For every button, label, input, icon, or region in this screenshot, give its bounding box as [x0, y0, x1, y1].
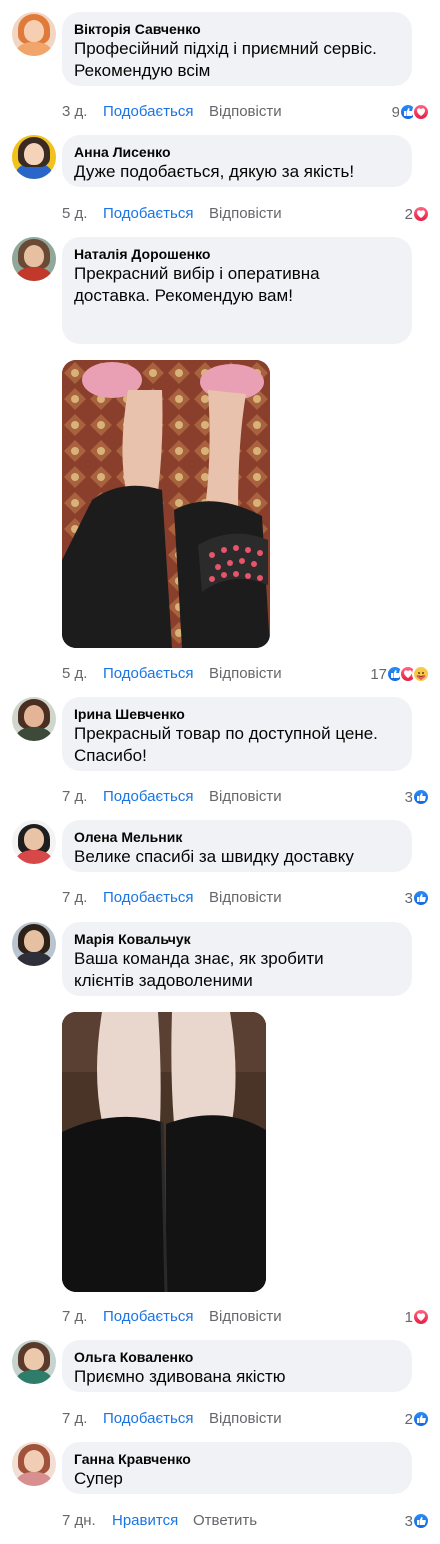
- avatar[interactable]: [12, 1442, 56, 1486]
- like-button[interactable]: Подобається: [103, 888, 193, 908]
- comment-photo[interactable]: [62, 360, 270, 648]
- comment-bubble: Анна Лисенко Дуже подобається, дякую за …: [62, 135, 412, 187]
- reactions-summary[interactable]: 3: [405, 1511, 430, 1531]
- love-icon: [412, 205, 430, 223]
- comment-bubble: Марія Ковальчук Ваша команда знає, як зр…: [62, 922, 412, 996]
- comment-bubble: Ганна Кравченко Супер: [62, 1442, 412, 1494]
- comment-author[interactable]: Ірина Шевченко: [74, 705, 400, 723]
- like-icon: [412, 889, 430, 907]
- comment-time[interactable]: 5 д.: [62, 204, 87, 224]
- comment-text: Прекрасный товар по доступной цене. Спас…: [74, 724, 378, 765]
- comment-time[interactable]: 5 д.: [62, 664, 87, 684]
- avatar[interactable]: [12, 922, 56, 966]
- comment-author[interactable]: Анна Лисенко: [74, 143, 400, 161]
- like-button[interactable]: Подобається: [103, 102, 193, 122]
- comment-photo[interactable]: [62, 1012, 266, 1292]
- reactions-summary[interactable]: 1: [405, 1307, 430, 1327]
- like-icon: [412, 1410, 430, 1428]
- comment-author[interactable]: Ганна Кравченко: [74, 1450, 400, 1468]
- like-icon: [412, 1512, 430, 1530]
- reply-button[interactable]: Відповісти: [209, 1307, 282, 1327]
- comment-text: Дуже подобається, дякую за якість!: [74, 162, 355, 181]
- like-button[interactable]: Подобається: [103, 664, 193, 684]
- care-icon: [412, 665, 430, 683]
- like-button[interactable]: Подобається: [103, 204, 193, 224]
- reactions-summary[interactable]: 2: [405, 1409, 430, 1429]
- love-icon: [412, 103, 430, 121]
- reply-button[interactable]: Ответить: [193, 1511, 257, 1531]
- comment-author[interactable]: Наталія Дорошенко: [74, 245, 400, 263]
- comment-time[interactable]: 7 д.: [62, 1307, 87, 1327]
- comment-author[interactable]: Вікторія Савченко: [74, 20, 400, 38]
- avatar[interactable]: [12, 697, 56, 741]
- comment-text: Професійний підхід і приємний сервіс. Ре…: [74, 39, 377, 80]
- comment-bubble: Наталія Дорошенко Прекрасний вибір і опе…: [62, 237, 412, 344]
- avatar[interactable]: [12, 820, 56, 864]
- comment-text: Прекрасний вибір і оперативна доставка. …: [74, 264, 320, 305]
- reply-button[interactable]: Відповісти: [209, 664, 282, 684]
- comment-bubble: Ольга Коваленко Приємно здивована якістю: [62, 1340, 412, 1392]
- love-icon: [412, 1308, 430, 1326]
- reactions-summary[interactable]: 2: [405, 204, 430, 224]
- reactions-summary[interactable]: 3: [405, 888, 430, 908]
- comment-bubble: Олена Мельник Велике спасибі за швидку д…: [62, 820, 412, 872]
- reactions-summary[interactable]: 17: [370, 664, 430, 684]
- comment-bubble: Ірина Шевченко Прекрасный товар по досту…: [62, 697, 412, 771]
- comment-text: Велике спасибі за швидку доставку: [74, 847, 354, 866]
- comment-time[interactable]: 3 д.: [62, 102, 87, 122]
- reaction-count: 17: [370, 665, 387, 683]
- comment-text: Супер: [74, 1469, 123, 1488]
- like-icon: [412, 788, 430, 806]
- comment-text: Приємно здивована якістю: [74, 1367, 286, 1386]
- like-button[interactable]: Подобається: [103, 787, 193, 807]
- like-button[interactable]: Подобається: [103, 1307, 193, 1327]
- reply-button[interactable]: Відповісти: [209, 204, 282, 224]
- avatar[interactable]: [12, 237, 56, 281]
- avatar[interactable]: [12, 135, 56, 179]
- comment-time[interactable]: 7 дн.: [62, 1511, 96, 1531]
- comment-author[interactable]: Олена Мельник: [74, 828, 400, 846]
- comment-time[interactable]: 7 д.: [62, 888, 87, 908]
- comment-bubble: Вікторія Савченко Професійний підхід і п…: [62, 12, 412, 86]
- avatar[interactable]: [12, 12, 56, 56]
- reply-button[interactable]: Відповісти: [209, 102, 282, 122]
- like-button[interactable]: Нравится: [112, 1511, 178, 1531]
- reactions-summary[interactable]: 9: [392, 102, 430, 122]
- reply-button[interactable]: Відповісти: [209, 888, 282, 908]
- comment-time[interactable]: 7 д.: [62, 787, 87, 807]
- comment-author[interactable]: Ольга Коваленко: [74, 1348, 400, 1366]
- avatar[interactable]: [12, 1340, 56, 1384]
- reactions-summary[interactable]: 3: [405, 787, 430, 807]
- comment-author[interactable]: Марія Ковальчук: [74, 930, 400, 948]
- comment-text: Ваша команда знає, як зробити клієнтів з…: [74, 949, 324, 990]
- reply-button[interactable]: Відповісти: [209, 787, 282, 807]
- like-button[interactable]: Подобається: [103, 1409, 193, 1429]
- reply-button[interactable]: Відповісти: [209, 1409, 282, 1429]
- comment-time[interactable]: 7 д.: [62, 1409, 87, 1429]
